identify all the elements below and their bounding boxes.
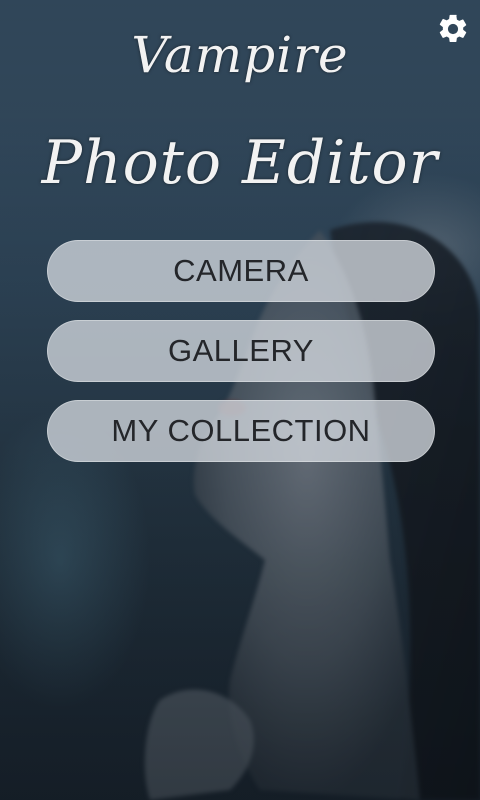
camera-button[interactable]: CAMERA bbox=[47, 240, 435, 302]
app-screen: Vampire Photo Editor CAMERA GALLERY MY C… bbox=[0, 0, 480, 800]
my-collection-button[interactable]: MY COLLECTION bbox=[47, 400, 435, 462]
app-title-line1: Vampire bbox=[131, 26, 349, 84]
app-title-line2: Photo Editor bbox=[41, 128, 439, 198]
gallery-button[interactable]: GALLERY bbox=[47, 320, 435, 382]
